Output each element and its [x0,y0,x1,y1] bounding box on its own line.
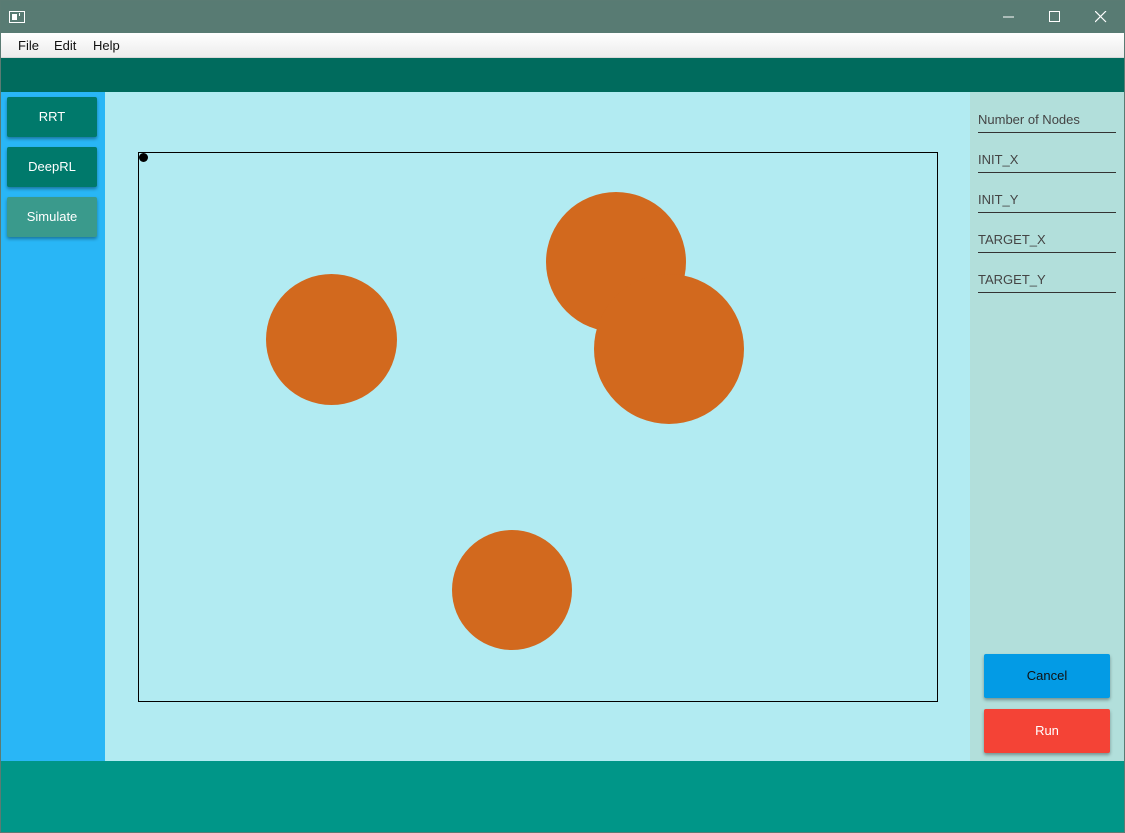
target-y-field [978,267,1116,293]
cancel-button[interactable]: Cancel [984,654,1110,698]
obstacle-circle [452,530,572,650]
number-of-nodes-input[interactable] [978,107,1116,131]
minimize-icon [1003,16,1014,18]
init-x-field [978,147,1116,173]
status-bar [1,761,1124,832]
obstacle-circle [266,274,397,405]
start-point-marker [139,153,148,162]
algorithm-sidebar: RRT DeepRL Simulate [1,92,105,761]
init-y-field [978,187,1116,213]
menu-file[interactable]: File [18,38,39,53]
close-icon [1095,11,1107,23]
init-y-input[interactable] [978,187,1116,211]
maximize-icon [1049,11,1060,22]
toolbar [1,58,1124,92]
title-bar[interactable] [1,1,1124,33]
menu-help[interactable]: Help [93,38,120,53]
run-button[interactable]: Run [984,709,1110,753]
number-of-nodes-field [978,107,1116,133]
parameters-panel: Cancel Run [970,92,1124,761]
deeprl-button[interactable]: DeepRL [7,147,97,187]
app-icon [9,11,25,23]
target-x-field [978,227,1116,253]
minimize-button[interactable] [986,1,1032,33]
obstacle-circle [594,274,744,424]
close-button[interactable] [1078,1,1124,33]
target-y-input[interactable] [978,267,1116,291]
simulation-canvas[interactable] [138,152,938,702]
menu-edit[interactable]: Edit [54,38,76,53]
init-x-input[interactable] [978,147,1116,171]
target-x-input[interactable] [978,227,1116,251]
simulate-button[interactable]: Simulate [7,197,97,237]
maximize-button[interactable] [1032,1,1078,33]
rrt-button[interactable]: RRT [7,97,97,137]
menu-bar: File Edit Help [1,33,1124,58]
workspace-panel [105,92,970,761]
app-window: File Edit Help RRT DeepRL Simulate Numbe… [0,0,1125,833]
